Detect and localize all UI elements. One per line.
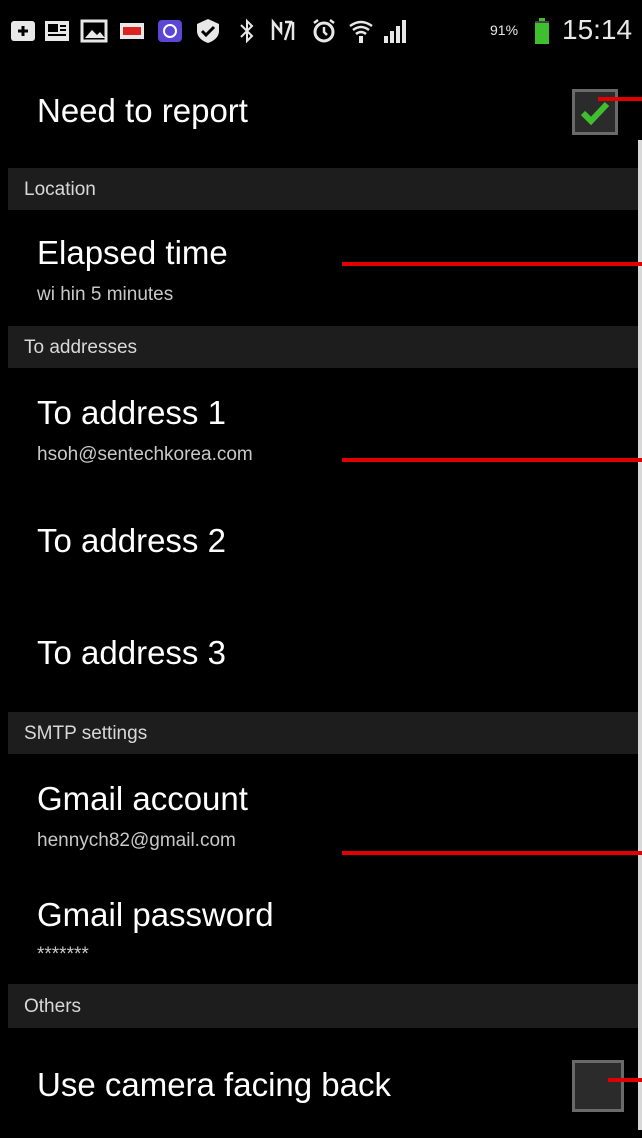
need-to-report-title: Need to report [37, 92, 248, 129]
gallery-icon [45, 21, 69, 41]
section-header-others-text: Others [24, 996, 82, 1017]
to-address-2-row[interactable]: To address 2 [0, 484, 642, 596]
settings-list: Need to report Location Elapsed time wi … [0, 62, 642, 1138]
message-icon [11, 21, 35, 41]
section-header-to-addresses: To addresses [8, 326, 638, 368]
wifi-icon [349, 20, 373, 43]
section-header-others: Others [8, 984, 638, 1028]
section-header-location-text: Location [24, 179, 96, 200]
clock-time: 15:14 [562, 14, 633, 45]
need-to-report-row[interactable]: Need to report [0, 62, 642, 166]
signal-icon [384, 20, 406, 43]
gmail-password-title: Gmail password [37, 896, 274, 933]
nfc-icon [271, 18, 295, 41]
scrollbar[interactable] [638, 140, 642, 1130]
elapsed-time-title: Elapsed time [37, 234, 228, 271]
battery-icon [535, 18, 549, 44]
alarm-icon [313, 19, 335, 43]
need-to-report-checkbox[interactable] [572, 89, 618, 135]
battery-percent: 91% [490, 22, 519, 38]
bluetooth-icon [240, 18, 254, 44]
to-address-2-title: To address 2 [37, 522, 226, 559]
use-camera-back-checkbox[interactable] [572, 1060, 624, 1112]
gmail-account-title: Gmail account [37, 780, 248, 817]
to-address-3-title: To address 3 [37, 634, 226, 671]
gmail-account-summary: hennych82@gmail.com [37, 830, 236, 851]
section-header-smtp: SMTP settings [8, 712, 638, 754]
to-address-1-summary: hsoh@sentechkorea.com [37, 444, 253, 465]
to-address-1-row[interactable]: To address 1 hsoh@sentechkorea.com [0, 368, 642, 484]
section-header-smtp-text: SMTP settings [24, 723, 148, 744]
annotation-line-elapsed-time [342, 262, 642, 266]
section-header-location: Location [8, 168, 638, 210]
elapsed-time-summary: wi hin 5 minutes [37, 284, 174, 305]
check-shield-icon [197, 19, 219, 43]
use-camera-back-title: Use camera facing back [37, 1066, 391, 1103]
annotation-line-need-to-report [598, 97, 642, 101]
annotation-line-to-address-1 [342, 458, 642, 462]
image-icon [80, 19, 108, 43]
gmail-password-summary: ******* [37, 944, 89, 965]
gmail-password-row[interactable]: Gmail password ******* [0, 870, 642, 982]
annotation-line-use-camera-back [608, 1078, 642, 1082]
use-camera-back-row[interactable]: Use camera facing back [0, 1028, 642, 1138]
phone-screen: 91% 15:14 Need to report Location Elapse… [0, 0, 642, 1138]
app-icon [158, 20, 182, 42]
to-address-3-row[interactable]: To address 3 [0, 596, 642, 710]
elapsed-time-row[interactable]: Elapsed time wi hin 5 minutes [0, 210, 642, 324]
notification-icon [120, 23, 144, 39]
to-address-1-title: To address 1 [37, 394, 226, 431]
annotation-line-gmail-account [342, 851, 642, 855]
section-header-to-addresses-text: To addresses [24, 337, 138, 358]
status-bar: 91% 15:14 [0, 0, 642, 62]
